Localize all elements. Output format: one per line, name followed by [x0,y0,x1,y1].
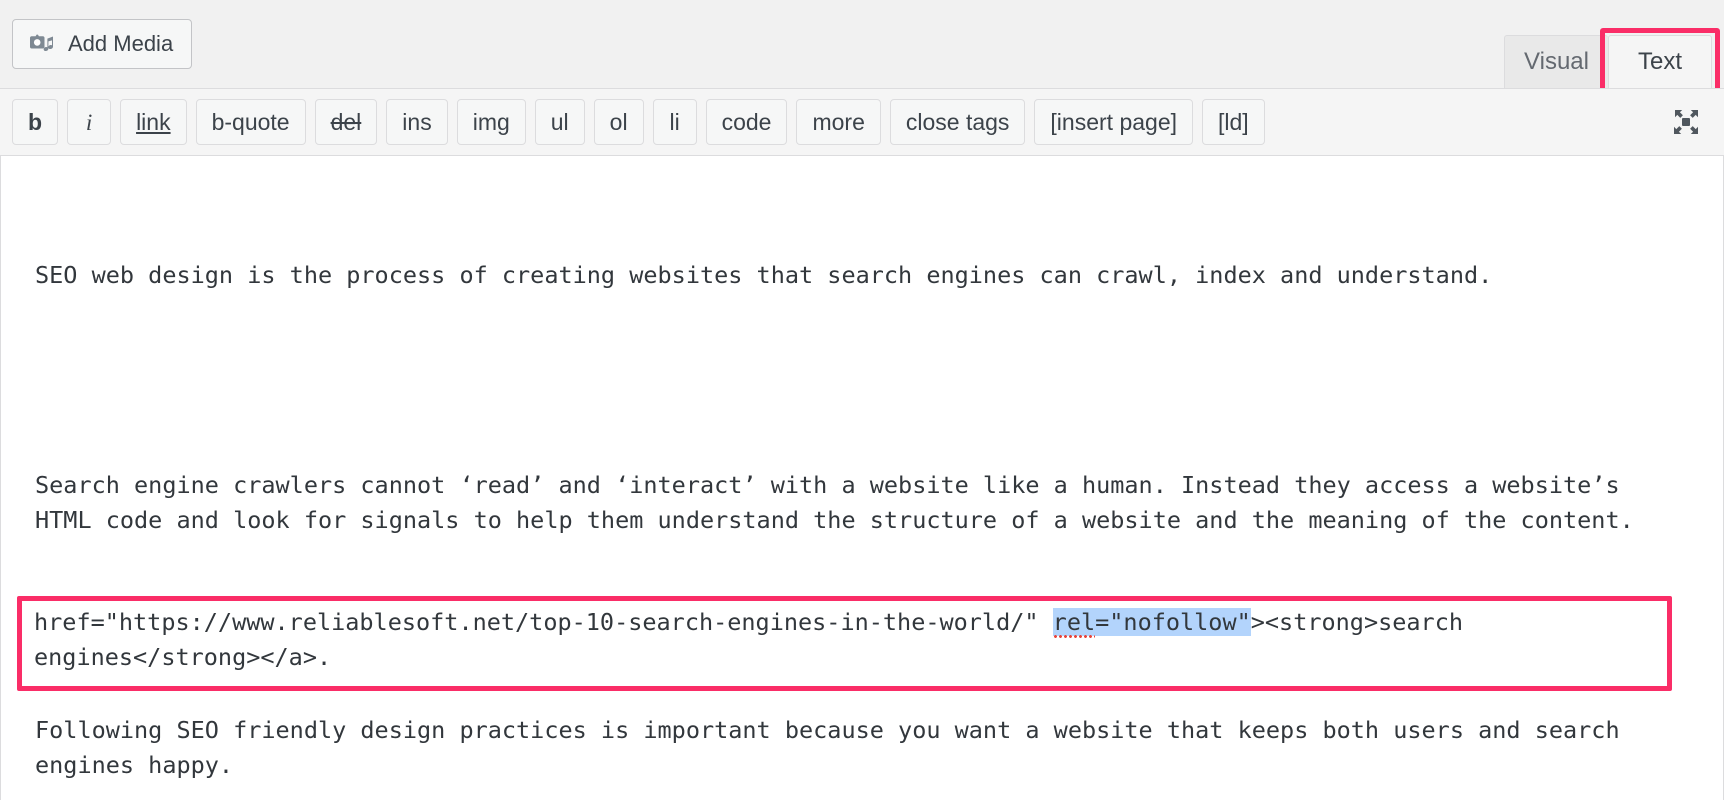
tab-visual[interactable]: Visual [1504,35,1608,89]
content-line-4: Following SEO friendly design practices … [35,716,1634,779]
quicktag-ins-button[interactable]: ins [386,99,448,145]
quicktag-italic-button[interactable]: i [67,99,112,145]
tab-text-label: Text [1637,48,1682,75]
quicktag-img-button[interactable]: img [456,99,526,145]
quicktag-ld-button[interactable]: [ld] [1202,99,1265,145]
tab-text[interactable]: Text [1600,28,1720,97]
fullscreen-expand-icon [1671,107,1701,137]
quicktag-ol-button[interactable]: ol [593,99,644,145]
add-media-label: Add Media [68,31,174,56]
post-content-textarea[interactable]: SEO web design is the process of creatin… [0,156,1724,800]
quicktag-bold-button[interactable]: b [12,99,59,145]
wordpress-classic-editor: Add Media Visual Text b i link b-quote del in… [0,0,1724,800]
fullscreen-toggle-button[interactable] [1664,100,1708,144]
quicktag-more-button[interactable]: more [796,99,881,145]
quicktag-close-tags-button[interactable]: close tags [889,99,1026,145]
post-content-text: SEO web design is the process of creatin… [19,174,1705,800]
quicktag-del-button[interactable]: del [314,99,378,145]
quicktag-blockquote-button[interactable]: b-quote [195,99,306,145]
quicktag-code-button[interactable]: code [705,99,788,145]
media-camera-note-icon [27,30,55,58]
quicktags-button-row: b i link b-quote del ins img ul ol li code more clos… [12,99,1265,145]
editor-mode-tabs: Visual Text [1504,0,1720,97]
add-media-button[interactable]: Add Media [12,19,193,69]
quicktag-li-button[interactable]: li [652,99,697,145]
editor-toolbar-top: Add Media Visual Text [0,0,1724,97]
quicktag-link-button[interactable]: link [120,99,187,145]
quicktag-insert-page-button[interactable]: [insert page] [1034,99,1194,145]
quicktags-toolbar: b i link b-quote del ins img ul ol li code more clos… [0,88,1724,156]
quicktag-ul-button[interactable]: ul [534,99,585,145]
content-line-1: SEO web design is the process of creatin… [35,261,1493,289]
content-line-2: Search engine crawlers cannot ‘read’ and… [35,471,1634,534]
content-line-3: <h2>Why Is SEO Friendly Web Design Impor… [35,611,743,639]
